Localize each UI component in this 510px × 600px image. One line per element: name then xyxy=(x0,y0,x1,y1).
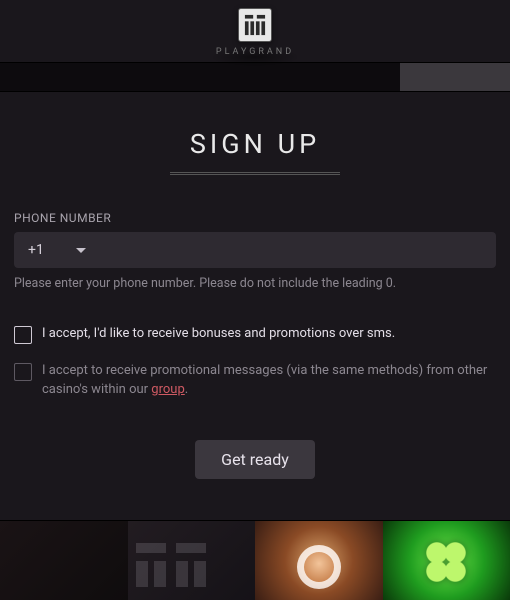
checkbox-group-label-pre: I accept to receive promotional messages… xyxy=(42,363,487,397)
checkbox-group-label: I accept to receive promotional messages… xyxy=(42,362,496,400)
game-thumb-4[interactable] xyxy=(383,521,510,600)
dial-code-select[interactable]: +1 xyxy=(28,242,62,258)
phone-hint: Please enter your phone number. Please d… xyxy=(14,276,496,291)
phone-input[interactable] xyxy=(100,242,482,258)
get-ready-button[interactable]: Get ready xyxy=(195,440,315,479)
game-thumb-2[interactable] xyxy=(128,521,256,600)
progress-step-active xyxy=(400,63,510,91)
brand-name: PLAYGRAND xyxy=(216,47,294,57)
checkbox-row-sms: I accept, I'd like to receive bonuses an… xyxy=(14,325,496,344)
checkbox-sms[interactable] xyxy=(14,326,32,344)
brand-logo[interactable]: PLAYGRAND xyxy=(216,8,294,57)
title-underline xyxy=(170,172,340,175)
group-link[interactable]: group xyxy=(151,382,184,397)
checkbox-row-group: I accept to receive promotional messages… xyxy=(14,362,496,400)
game-thumb-1[interactable] xyxy=(0,521,128,600)
game-thumbnails xyxy=(0,520,510,600)
header: PLAYGRAND xyxy=(0,0,510,62)
phone-label: PHONE NUMBER xyxy=(14,211,496,225)
game-thumb-3[interactable] xyxy=(255,521,383,600)
checkbox-group-label-post: . xyxy=(185,382,188,397)
checkbox-sms-label: I accept, I'd like to receive bonuses an… xyxy=(42,325,395,344)
checkbox-group[interactable] xyxy=(14,363,32,381)
page-title: SIGN UP xyxy=(190,128,320,160)
phone-field: PHONE NUMBER +1 Please enter your phone … xyxy=(14,211,496,291)
phone-input-row[interactable]: +1 xyxy=(14,232,496,268)
chevron-down-icon[interactable] xyxy=(76,248,86,253)
logo-icon xyxy=(238,8,272,42)
